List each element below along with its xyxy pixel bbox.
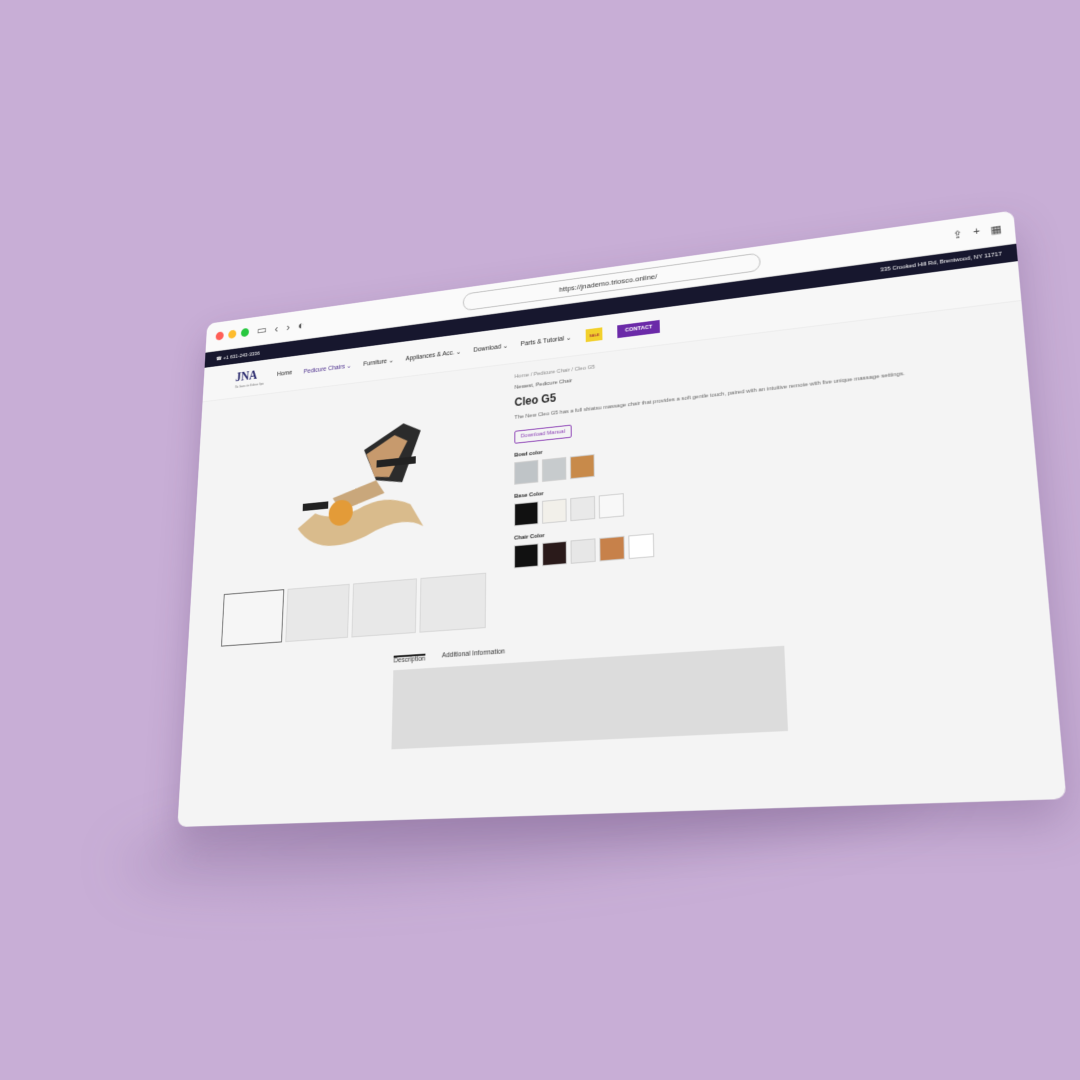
- contact-button[interactable]: CONTACT: [617, 319, 661, 339]
- back-icon[interactable]: ‹: [274, 322, 278, 335]
- new-tab-icon[interactable]: +: [973, 225, 981, 238]
- base-swatch-1[interactable]: [514, 500, 539, 526]
- tab-additional-information[interactable]: Additional Information: [442, 648, 505, 661]
- download-manual-button[interactable]: Download Manual: [514, 424, 572, 444]
- chair-swatch-2[interactable]: [542, 540, 567, 566]
- close-dot[interactable]: [215, 331, 224, 341]
- description-hero-image: [391, 645, 788, 750]
- bowl-swatch-3[interactable]: [569, 453, 595, 479]
- chair-illustration: [296, 421, 424, 549]
- base-swatch-2[interactable]: [542, 498, 567, 524]
- shield-icon: ◐: [297, 318, 305, 332]
- share-icon[interactable]: ⇪: [952, 228, 963, 242]
- base-swatch-3[interactable]: [570, 495, 596, 521]
- thumbnail-2[interactable]: [285, 583, 350, 643]
- thumbnail-3[interactable]: [351, 578, 417, 638]
- chair-swatch-1[interactable]: [514, 542, 539, 569]
- sidebar-icon[interactable]: ▭: [257, 323, 267, 338]
- minimize-dot[interactable]: [228, 329, 237, 339]
- product-gallery: [221, 376, 497, 647]
- tabs-icon[interactable]: ▦: [990, 222, 1002, 236]
- maximize-dot[interactable]: [240, 327, 250, 338]
- thumbnail-strip: [221, 572, 495, 647]
- chair-swatch-3[interactable]: [570, 537, 596, 564]
- nav-pedicure-chairs[interactable]: Pedicure Chairs ⌄: [304, 362, 352, 375]
- window-controls: [215, 327, 250, 341]
- phone-number[interactable]: ☎ +1 631-243-3336: [216, 350, 260, 362]
- chair-swatch-4[interactable]: [599, 535, 625, 562]
- forward-icon[interactable]: ›: [286, 320, 290, 333]
- bowl-swatch-2[interactable]: [541, 456, 567, 482]
- bowl-swatch-1[interactable]: [514, 459, 539, 485]
- thumbnail-1[interactable]: [221, 589, 285, 647]
- nav-parts-tutorial[interactable]: Parts & Tutorial ⌄: [521, 334, 572, 348]
- nav-home[interactable]: Home: [277, 370, 293, 379]
- nav-download[interactable]: Download ⌄: [473, 342, 508, 354]
- nav-appliances[interactable]: Appliances & Acc. ⌄: [406, 348, 462, 362]
- product-info: Home / Pedicure Chair / Cleo G5 Newest, …: [514, 318, 1002, 626]
- base-swatch-4[interactable]: [598, 492, 625, 519]
- nav-furniture[interactable]: Furniture ⌄: [363, 357, 394, 368]
- tab-description[interactable]: Description: [393, 653, 426, 665]
- sale-badge[interactable]: SALE: [585, 327, 603, 343]
- main-product-image[interactable]: [224, 376, 497, 585]
- chair-swatch-5[interactable]: [628, 532, 655, 559]
- thumbnail-4[interactable]: [419, 572, 487, 633]
- browser-window: ▭ ‹ › ◐ https://jnademo.triosco.online/ …: [177, 210, 1067, 827]
- site-logo[interactable]: JNA The Source for Pedicure Spas: [235, 368, 265, 389]
